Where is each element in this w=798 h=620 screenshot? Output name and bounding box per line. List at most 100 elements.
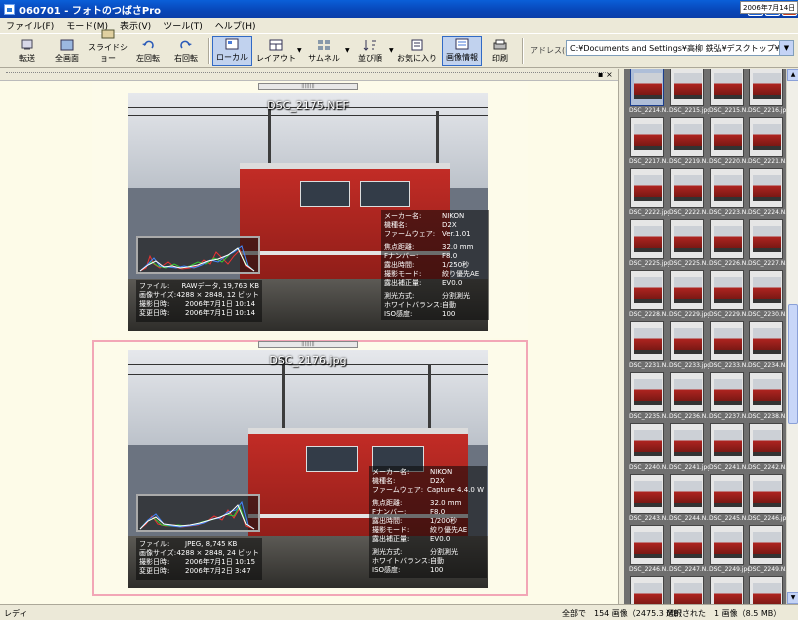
thumbnail-item[interactable]: DSC_2233.jpg bbox=[669, 321, 709, 372]
thumbnail-item[interactable]: DSC_2229.jpg bbox=[669, 270, 709, 321]
thumbnail-caption: DSC_2220.N.. bbox=[709, 158, 749, 165]
thumbnail-item[interactable]: DSC_2214.N.. bbox=[629, 69, 669, 117]
sort-dropdown-icon[interactable]: ▼ bbox=[389, 47, 394, 54]
thumbnail-item[interactable]: DSC_2240.N.. bbox=[629, 423, 669, 474]
thumbnail-item[interactable]: DSC_2229.N.. bbox=[709, 270, 749, 321]
thumbnail-item[interactable]: DSC_2222.jpg bbox=[629, 168, 669, 219]
thumbnail-button[interactable]: サムネル bbox=[304, 36, 344, 66]
rotate-right-button[interactable]: 右回転 bbox=[170, 36, 202, 66]
thumbnail-item[interactable]: DSC_2226.N.. bbox=[709, 219, 749, 270]
thumbnail-frame bbox=[710, 69, 744, 106]
thumbnail-item[interactable]: DSC_2231.N.. bbox=[629, 321, 669, 372]
thumbnail-item[interactable]: DSC_2230.N.. bbox=[748, 270, 786, 321]
card-handle[interactable]: |||||||| bbox=[258, 341, 358, 348]
thumbnail-scrollbar[interactable]: ▲ ▼ bbox=[786, 69, 798, 604]
rotate-left-button[interactable]: 左回転 bbox=[132, 36, 164, 66]
slideshow-button[interactable]: スライドショー bbox=[88, 29, 128, 66]
thumbnail-frame bbox=[710, 372, 744, 412]
thumbnail-frame bbox=[710, 219, 744, 259]
thumbnail-item[interactable]: DSC_2234.N.. bbox=[748, 321, 786, 372]
thumbnail-item[interactable]: DSC_2217.N.. bbox=[629, 117, 669, 168]
transfer-button[interactable]: 転送 bbox=[10, 36, 44, 66]
thumbnail-item[interactable]: DSC_2243.N.. bbox=[629, 474, 669, 525]
thumbnail-image bbox=[753, 532, 781, 558]
thumbnail-item[interactable]: DSC_2220.N.. bbox=[709, 117, 749, 168]
thumbnail-image bbox=[674, 379, 702, 405]
thumbnail-image bbox=[634, 379, 662, 405]
thumbnail-caption: DSC_2235.N.. bbox=[629, 413, 669, 420]
thumbnail-item[interactable]: DSC_2224.N.. bbox=[748, 168, 786, 219]
thumbnail-image bbox=[714, 175, 742, 201]
thumbnail-dropdown-icon[interactable]: ▼ bbox=[345, 47, 350, 54]
thumbnail-item[interactable]: DSC_2233.N.. bbox=[709, 321, 749, 372]
thumbnail-item[interactable]: DSC_2237.N.. bbox=[709, 372, 749, 423]
thumbnail-frame bbox=[630, 423, 664, 463]
thumbnail-item[interactable]: DSC_2249.N.. bbox=[748, 525, 786, 576]
thumbnail-item[interactable] bbox=[709, 576, 746, 604]
thumbnail-frame bbox=[670, 423, 704, 463]
thumbnail-item[interactable]: DSC_2215.N.. bbox=[709, 69, 749, 117]
thumbnail-frame bbox=[670, 270, 704, 310]
fullscreen-button[interactable]: 全画面 bbox=[50, 36, 84, 66]
thumbnail-item[interactable]: DSC_2246.jpg bbox=[748, 474, 786, 525]
menu-file[interactable]: ファイル(F) bbox=[0, 19, 60, 32]
thumbnail-item[interactable]: DSC_2242.N.. bbox=[748, 423, 786, 474]
thumbnail-image bbox=[714, 481, 742, 507]
favorites-button[interactable]: お気に入り bbox=[396, 36, 438, 66]
menu-view[interactable]: 表示(V) bbox=[114, 19, 157, 32]
thumbnail-item[interactable]: DSC_2219.N.. bbox=[669, 117, 709, 168]
thumbnail-item[interactable] bbox=[669, 576, 706, 604]
image-info-button[interactable]: 画像情報 bbox=[442, 36, 482, 66]
thumbnail-item[interactable] bbox=[748, 576, 785, 604]
thumbnail-caption: DSC_2216.jpg bbox=[748, 107, 786, 114]
thumbnail-item[interactable]: DSC_2246.N.. bbox=[629, 525, 669, 576]
thumbnail-item[interactable]: DSC_2227.N.. bbox=[748, 219, 786, 270]
thumbnail-item[interactable]: DSC_2247.N.. bbox=[669, 525, 709, 576]
status-date: 2006年7月14日 bbox=[740, 1, 798, 14]
thumbnail-image bbox=[753, 277, 781, 303]
window-title: 060701 - フォトのつばさPro bbox=[19, 5, 161, 17]
address-input[interactable]: C:¥Documents and Settings¥高柳 鉄弘¥デスクトップ¥0… bbox=[566, 40, 794, 56]
local-button[interactable]: ローカル bbox=[212, 36, 252, 66]
thumbnail-caption: DSC_2236.N.. bbox=[669, 413, 709, 420]
sort-button[interactable]: 並び順 bbox=[352, 36, 388, 66]
thumbnail-item[interactable]: DSC_2241.N.. bbox=[709, 423, 749, 474]
pane-grip[interactable] bbox=[0, 69, 618, 81]
thumbnail-item[interactable] bbox=[629, 576, 666, 604]
thumbnail-item[interactable]: DSC_2225.jpg bbox=[629, 219, 669, 270]
thumbnail-image bbox=[753, 430, 781, 456]
thumbnail-item[interactable]: DSC_2225.N.. bbox=[669, 219, 709, 270]
thumbnail-image bbox=[753, 73, 781, 99]
scroll-up-icon[interactable]: ▲ bbox=[787, 69, 798, 81]
layout-dropdown-icon[interactable]: ▼ bbox=[297, 47, 302, 54]
thumbnail-item[interactable]: DSC_2222.N.. bbox=[669, 168, 709, 219]
thumbnail-frame bbox=[749, 576, 783, 604]
thumbnail-image bbox=[634, 73, 662, 99]
thumbnail-item[interactable]: DSC_2241.jpg bbox=[669, 423, 709, 474]
thumbnail-image bbox=[674, 430, 702, 456]
thumbnail-item[interactable]: DSC_2223.N.. bbox=[709, 168, 749, 219]
thumbnail-item[interactable]: DSC_2216.jpg bbox=[748, 69, 786, 117]
thumbnail-item[interactable]: DSC_2236.N.. bbox=[669, 372, 709, 423]
address-dropdown-icon[interactable]: ▼ bbox=[779, 41, 793, 55]
thumbnail-item[interactable]: DSC_2238.N.. bbox=[748, 372, 786, 423]
thumbnail-frame bbox=[749, 69, 783, 106]
thumbnail-frame bbox=[630, 219, 664, 259]
status-selected: 選択された 1 画像（8.5 MB） bbox=[666, 609, 782, 618]
thumbnail-item[interactable]: DSC_2244.N.. bbox=[669, 474, 709, 525]
card-handle[interactable]: |||||||| bbox=[258, 83, 358, 90]
thumbnail-item[interactable]: DSC_2249.jpg bbox=[709, 525, 749, 576]
scrollbar-thumb[interactable] bbox=[788, 304, 798, 424]
thumbnail-item[interactable]: DSC_2245.N.. bbox=[709, 474, 749, 525]
thumbnail-item[interactable]: DSC_2221.N.. bbox=[748, 117, 786, 168]
thumbnail-item[interactable]: DSC_2215.jpg bbox=[669, 69, 709, 117]
pane-pin-close-icon[interactable]: ▪ × bbox=[598, 70, 613, 79]
thumbnail-item[interactable]: DSC_2228.N.. bbox=[629, 270, 669, 321]
menu-tools[interactable]: ツール(T) bbox=[157, 19, 209, 32]
menu-bar: ファイル(F) モード(M) 表示(V) ツール(T) ヘルプ(H) bbox=[0, 18, 798, 34]
menu-help[interactable]: ヘルプ(H) bbox=[209, 19, 262, 32]
scroll-down-icon[interactable]: ▼ bbox=[787, 592, 798, 604]
print-button[interactable]: 印刷 bbox=[486, 36, 514, 66]
thumbnail-item[interactable]: DSC_2235.N.. bbox=[629, 372, 669, 423]
layout-button[interactable]: レイアウト bbox=[256, 36, 296, 66]
